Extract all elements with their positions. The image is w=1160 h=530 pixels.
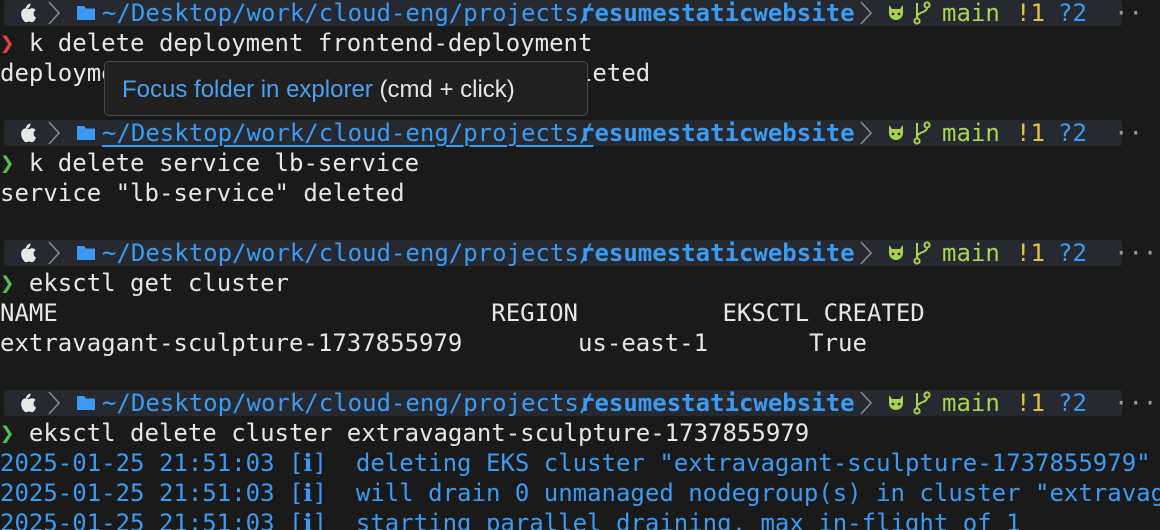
- prompt-char: ❯: [0, 419, 15, 447]
- segment-separator-icon: [48, 241, 61, 265]
- segment-separator-icon: [860, 1, 873, 25]
- github-icon: [889, 5, 903, 20]
- prompt-char: ❯: [0, 149, 15, 177]
- table-row: extravagant-sculpture-1737855979 us-east…: [0, 329, 867, 357]
- apple-icon: [21, 3, 37, 23]
- git-untracked-count: ?2: [1058, 119, 1087, 147]
- git-branch-name: main: [942, 389, 1000, 417]
- command-line: ❯ k delete service lb-service: [0, 148, 1160, 178]
- git-branch-name: main: [942, 119, 1000, 147]
- hover-tooltip: Focus folder in explorer (cmd + click): [104, 61, 588, 116]
- segment-separator-icon: [48, 121, 61, 145]
- apple-icon: [21, 123, 37, 143]
- folder-icon: [77, 396, 95, 410]
- focus-folder-link[interactable]: Focus folder in explorer: [122, 76, 373, 103]
- folder-icon: [77, 6, 95, 20]
- segment-separator-icon: [48, 1, 61, 25]
- segment-separator-icon: [48, 391, 61, 415]
- folder-icon: [77, 126, 95, 140]
- git-branch-name: main: [942, 0, 1000, 27]
- prompt-line: ~/Desktop/work/cloud-eng/projects/ resum…: [0, 238, 1160, 268]
- prompt-repo-link[interactable]: resumestaticwebsite: [580, 118, 855, 148]
- terminal-window[interactable]: ~/Desktop/work/cloud-eng/projects/ resum…: [0, 0, 1160, 530]
- git-modified-count: !1: [1016, 119, 1045, 147]
- log-line: 2025-01-25 21:51:03 [ℹ] will drain 0 unm…: [0, 479, 1160, 507]
- prompt-repo[interactable]: resumestaticwebsite: [580, 238, 855, 268]
- table-header: NAME REGION EKSCTL CREATED: [0, 299, 925, 327]
- prompt-path[interactable]: ~/Desktop/work/cloud-eng/projects/: [102, 238, 593, 268]
- output-line: service "lb-service" deleted: [0, 179, 405, 207]
- github-icon: [889, 245, 903, 260]
- git-branch-icon: [913, 391, 931, 415]
- command-line: ❯ eksctl get cluster: [0, 268, 1160, 298]
- prompt-path-link[interactable]: ~/Desktop/work/cloud-eng/projects/: [102, 118, 593, 148]
- prompt-line: ~/Desktop/work/cloud-eng/projects/ resum…: [0, 0, 1160, 28]
- command-text: eksctl delete cluster extravagant-sculpt…: [28, 419, 810, 447]
- log-line: 2025-01-25 21:51:03 [ℹ] deleting EKS clu…: [0, 449, 1151, 477]
- segment-separator-icon: [860, 241, 873, 265]
- prompt-overflow: ··: [1114, 119, 1143, 147]
- prompt-overflow: ···: [1114, 239, 1158, 267]
- command-text: eksctl get cluster: [28, 269, 289, 297]
- command-line: ❯ k delete deployment frontend-deploymen…: [0, 28, 1160, 58]
- prompt-line: ~/Desktop/work/cloud-eng/projects/ resum…: [0, 118, 1160, 148]
- prompt-overflow: ··: [1114, 0, 1143, 27]
- prompt-repo[interactable]: resumestaticwebsite: [580, 388, 855, 418]
- git-untracked-count: ?2: [1058, 0, 1087, 27]
- git-untracked-count: ?2: [1058, 239, 1087, 267]
- prompt-char: ❯: [0, 269, 15, 297]
- git-branch-name: main: [942, 239, 1000, 267]
- git-branch-icon: [913, 1, 931, 25]
- segment-separator-icon: [860, 391, 873, 415]
- tooltip-hint: (cmd + click): [372, 76, 515, 103]
- git-untracked-count: ?2: [1058, 389, 1087, 417]
- git-modified-count: !1: [1016, 239, 1045, 267]
- prompt-repo[interactable]: resumestaticwebsite: [580, 0, 855, 28]
- git-modified-count: !1: [1016, 0, 1045, 27]
- log-line: 2025-01-25 21:51:03 [ℹ] starting paralle…: [0, 509, 1021, 530]
- git-branch-icon: [913, 121, 931, 145]
- folder-icon: [77, 246, 95, 260]
- prompt-char: ❯: [0, 29, 15, 57]
- command-text: k delete deployment frontend-deployment: [28, 29, 593, 57]
- prompt-path[interactable]: ~/Desktop/work/cloud-eng/projects/: [102, 0, 593, 28]
- github-icon: [889, 125, 903, 140]
- git-modified-count: !1: [1016, 389, 1045, 417]
- git-branch-icon: [913, 241, 931, 265]
- prompt-overflow: ···: [1114, 389, 1158, 417]
- command-line: ❯ eksctl delete cluster extravagant-scul…: [0, 418, 1160, 448]
- prompt-line: ~/Desktop/work/cloud-eng/projects/ resum…: [0, 388, 1160, 418]
- segment-separator-icon: [860, 121, 873, 145]
- github-icon: [889, 395, 903, 410]
- command-text: k delete service lb-service: [28, 149, 420, 177]
- prompt-path[interactable]: ~/Desktop/work/cloud-eng/projects/: [102, 388, 593, 418]
- apple-icon: [21, 243, 37, 263]
- apple-icon: [21, 393, 37, 413]
